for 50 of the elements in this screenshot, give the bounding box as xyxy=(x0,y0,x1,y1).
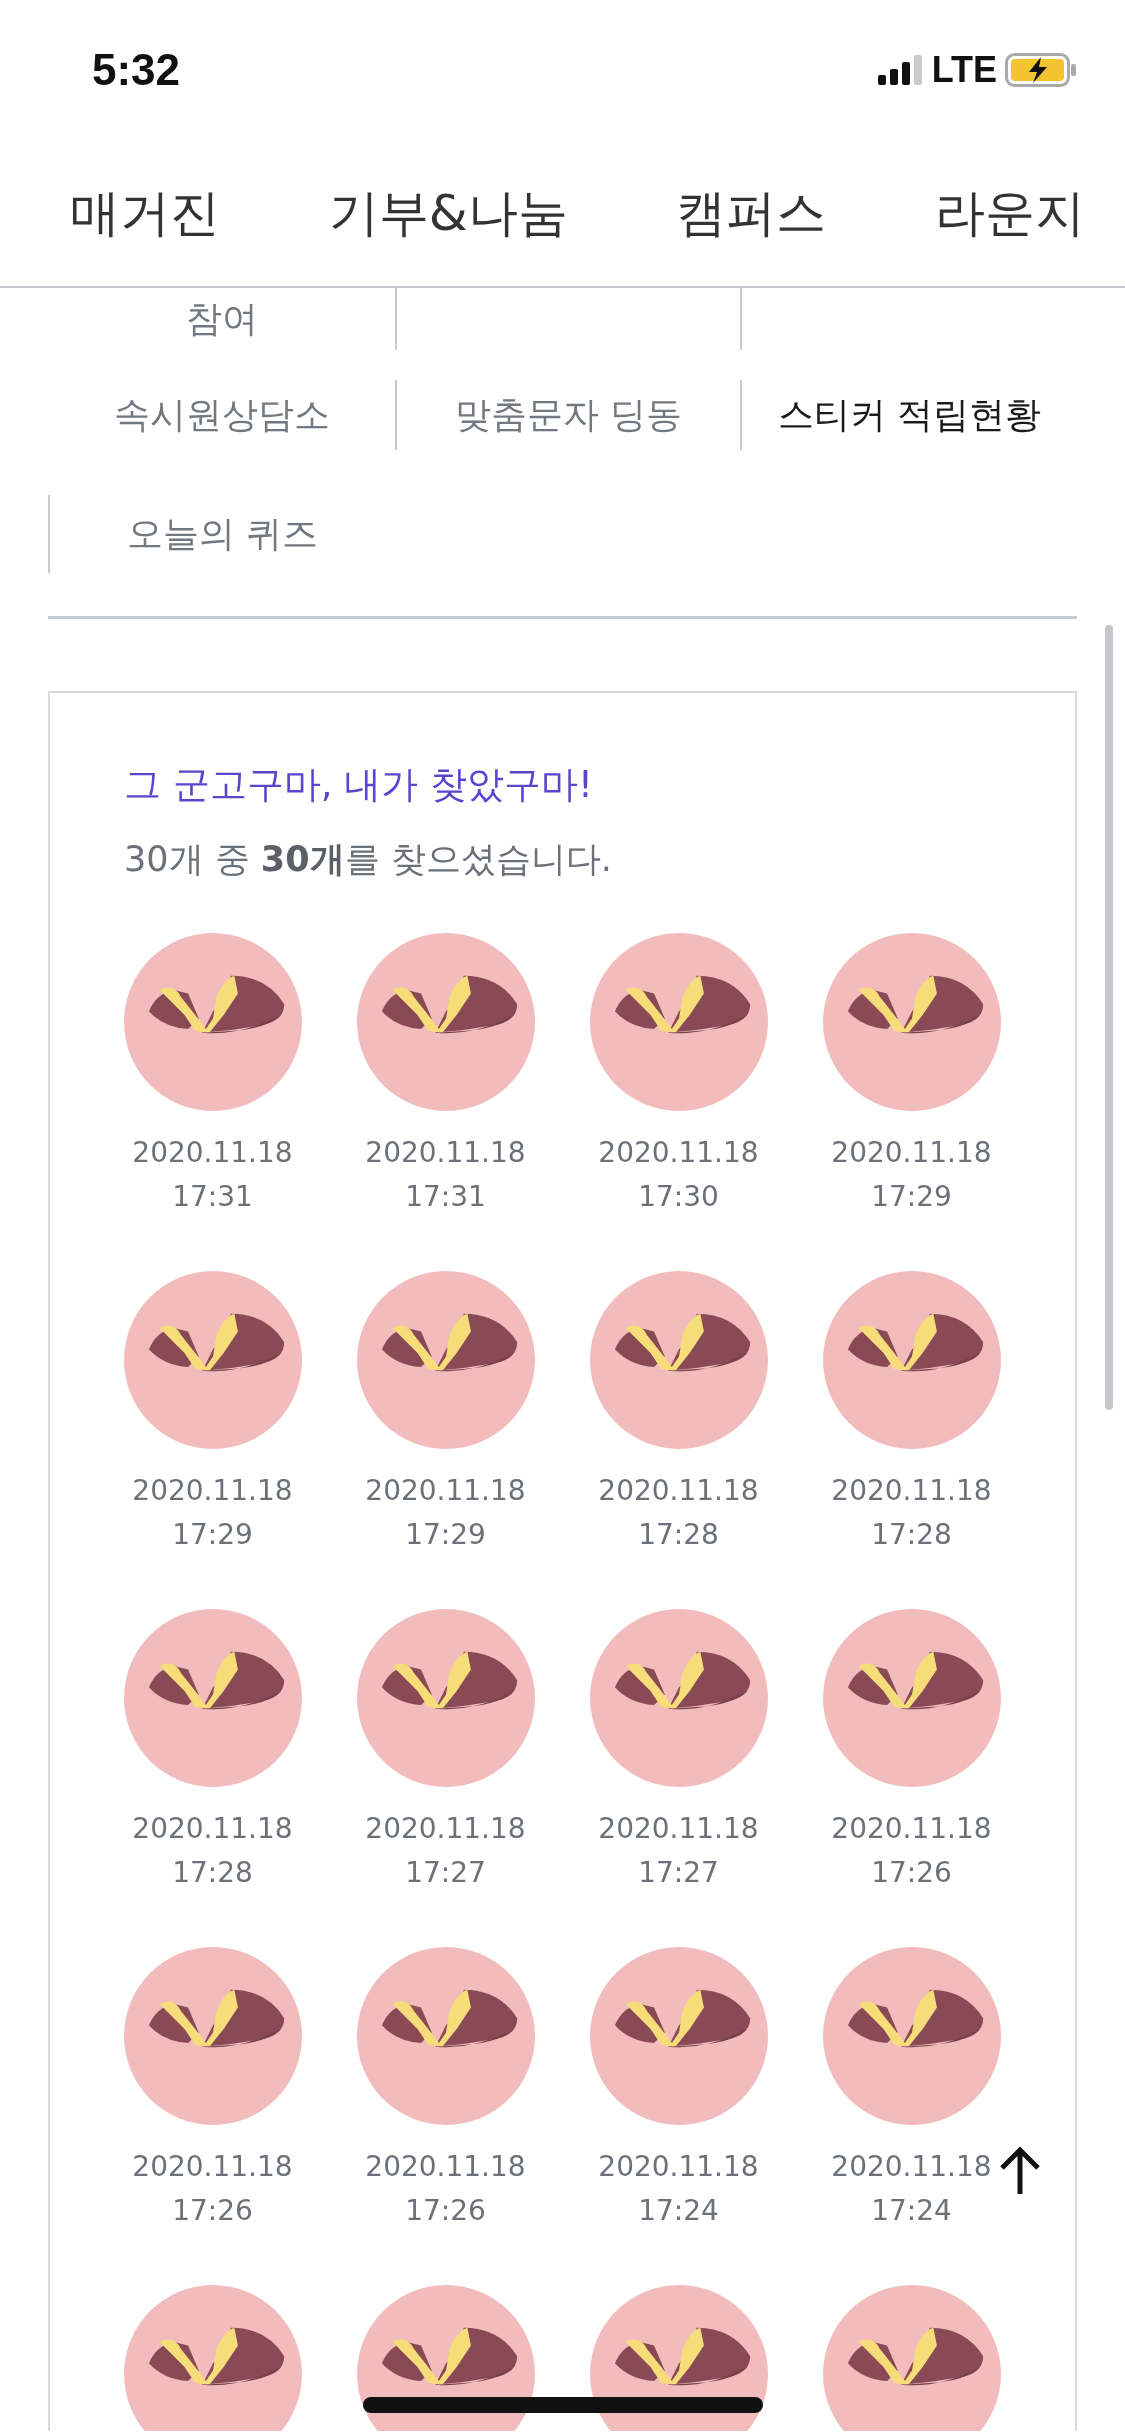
sticker-date: 2020.11.18 xyxy=(598,1811,759,1847)
sticker-time: 17:28 xyxy=(871,1517,952,1553)
found-summary: 30개 중 30개를 찾으셨습니다. xyxy=(124,837,613,881)
sticker-time: 17:29 xyxy=(871,1179,952,1215)
signal-icon xyxy=(877,55,924,85)
sticker-date: 2020.11.18 xyxy=(831,1135,992,1171)
nav-tab[interactable]: 캠퍼스 xyxy=(676,175,827,251)
sticker-time: 17:28 xyxy=(172,1855,253,1891)
sticker-time: 17:26 xyxy=(405,2193,486,2229)
sticker-time: 17:27 xyxy=(638,1855,719,1891)
sticker-date: 2020.11.18 xyxy=(831,2149,992,2185)
sticker-time: 17:29 xyxy=(172,1517,253,1553)
sticker-date: 2020.11.18 xyxy=(365,1135,526,1171)
sticker-date: 2020.11.18 xyxy=(365,1811,526,1847)
sticker-time: 17:31 xyxy=(405,1179,486,1215)
menu-link[interactable]: 오늘의 퀴즈 xyxy=(126,507,319,561)
sticker-time: 17:28 xyxy=(638,1517,719,1553)
menu-link[interactable]: 스티커 적립현황 xyxy=(777,388,1042,442)
menu-link[interactable]: 속시원상담소 xyxy=(113,388,330,442)
sticker-time: 17:24 xyxy=(871,2193,952,2229)
sticker-date: 2020.11.18 xyxy=(132,2149,293,2185)
sticker-date: 2020.11.18 xyxy=(831,1811,992,1847)
scrollbar[interactable] xyxy=(1105,625,1113,1410)
arrow-up-icon xyxy=(998,2146,1042,2196)
sticker-date: 2020.11.18 xyxy=(598,2149,759,2185)
sticker-date: 2020.11.18 xyxy=(132,1135,293,1171)
card-title: 그 군고구마, 내가 찾았구마! xyxy=(124,762,594,808)
sticker-date: 2020.11.18 xyxy=(598,1473,759,1509)
battery-icon xyxy=(1005,53,1077,87)
menu-link[interactable]: 맞춤문자 딩동 xyxy=(454,388,683,442)
nav-tab[interactable]: 라운지 xyxy=(934,175,1085,251)
sticker-date: 2020.11.18 xyxy=(831,1473,992,1509)
sticker-date: 2020.11.18 xyxy=(132,1811,293,1847)
network-label: LTE xyxy=(931,48,997,92)
sticker-date: 2020.11.18 xyxy=(598,1135,759,1171)
sticker-time: 17:31 xyxy=(172,1179,253,1215)
sticker-time: 17:24 xyxy=(638,2193,719,2229)
nav-tab[interactable]: 기부&나눔 xyxy=(328,175,568,251)
sticker-time: 17:30 xyxy=(638,1179,719,1215)
sticker-time: 17:27 xyxy=(405,1855,486,1891)
home-indicator[interactable] xyxy=(363,2397,763,2413)
menu-link[interactable]: 참여 xyxy=(185,292,258,346)
status-time: 5:32 xyxy=(92,44,181,96)
sticker-date: 2020.11.18 xyxy=(132,1473,293,1509)
sticker-time: 17:26 xyxy=(871,1855,952,1891)
sticker-date: 2020.11.18 xyxy=(365,2149,526,2185)
sticker-date: 2020.11.18 xyxy=(365,1473,526,1509)
nav-tab[interactable]: 매거진 xyxy=(70,175,220,251)
sticker-time: 17:26 xyxy=(172,2193,253,2229)
sticker-time: 17:29 xyxy=(405,1517,486,1553)
